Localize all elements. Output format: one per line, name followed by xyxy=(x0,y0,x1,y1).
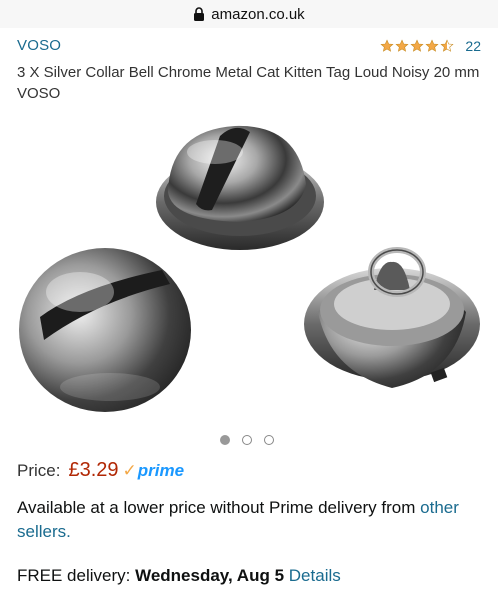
price-label: Price: xyxy=(17,461,61,480)
brand-link[interactable]: VOSO xyxy=(17,37,61,54)
product-title: 3 X Silver Collar Bell Chrome Metal Cat … xyxy=(17,64,480,102)
image-carousel-dots[interactable] xyxy=(220,435,286,445)
delivery-info: FREE delivery: Wednesday, Aug 5 Details xyxy=(17,566,341,586)
product-image[interactable] xyxy=(0,112,498,432)
delivery-date: Wednesday, Aug 5 xyxy=(135,566,285,585)
delivery-prefix: FREE delivery: xyxy=(17,566,136,585)
price-value: £3.29 xyxy=(68,459,119,481)
star-full-icon xyxy=(410,39,424,52)
availability-message: Available at a lower price without Prime… xyxy=(17,496,487,544)
star-half-icon xyxy=(440,39,454,52)
star-rating xyxy=(380,39,455,53)
delivery-details-link[interactable]: Details xyxy=(289,566,341,585)
carousel-dot-3[interactable] xyxy=(264,435,274,445)
url-text: amazon.co.uk xyxy=(211,5,305,23)
prime-badge: ✓ prime xyxy=(123,461,185,481)
brand-rating-row: VOSO 22 xyxy=(17,36,485,58)
prime-logo: prime xyxy=(137,461,185,480)
rating-count[interactable]: 22 xyxy=(465,38,481,54)
lock-icon xyxy=(193,7,205,21)
carousel-dot-2[interactable] xyxy=(242,435,252,445)
star-full-icon xyxy=(395,39,409,52)
carousel-dot-1[interactable] xyxy=(220,435,230,445)
price-row: Price: £3.29 ✓ prime xyxy=(17,459,184,485)
address-bar[interactable]: amazon.co.uk xyxy=(0,0,498,28)
rating[interactable]: 22 xyxy=(380,38,481,54)
star-full-icon xyxy=(380,39,394,52)
availability-text: Available at a lower price without Prime… xyxy=(17,498,421,517)
star-full-icon xyxy=(425,39,439,52)
prime-check-icon: ✓ xyxy=(122,461,137,480)
